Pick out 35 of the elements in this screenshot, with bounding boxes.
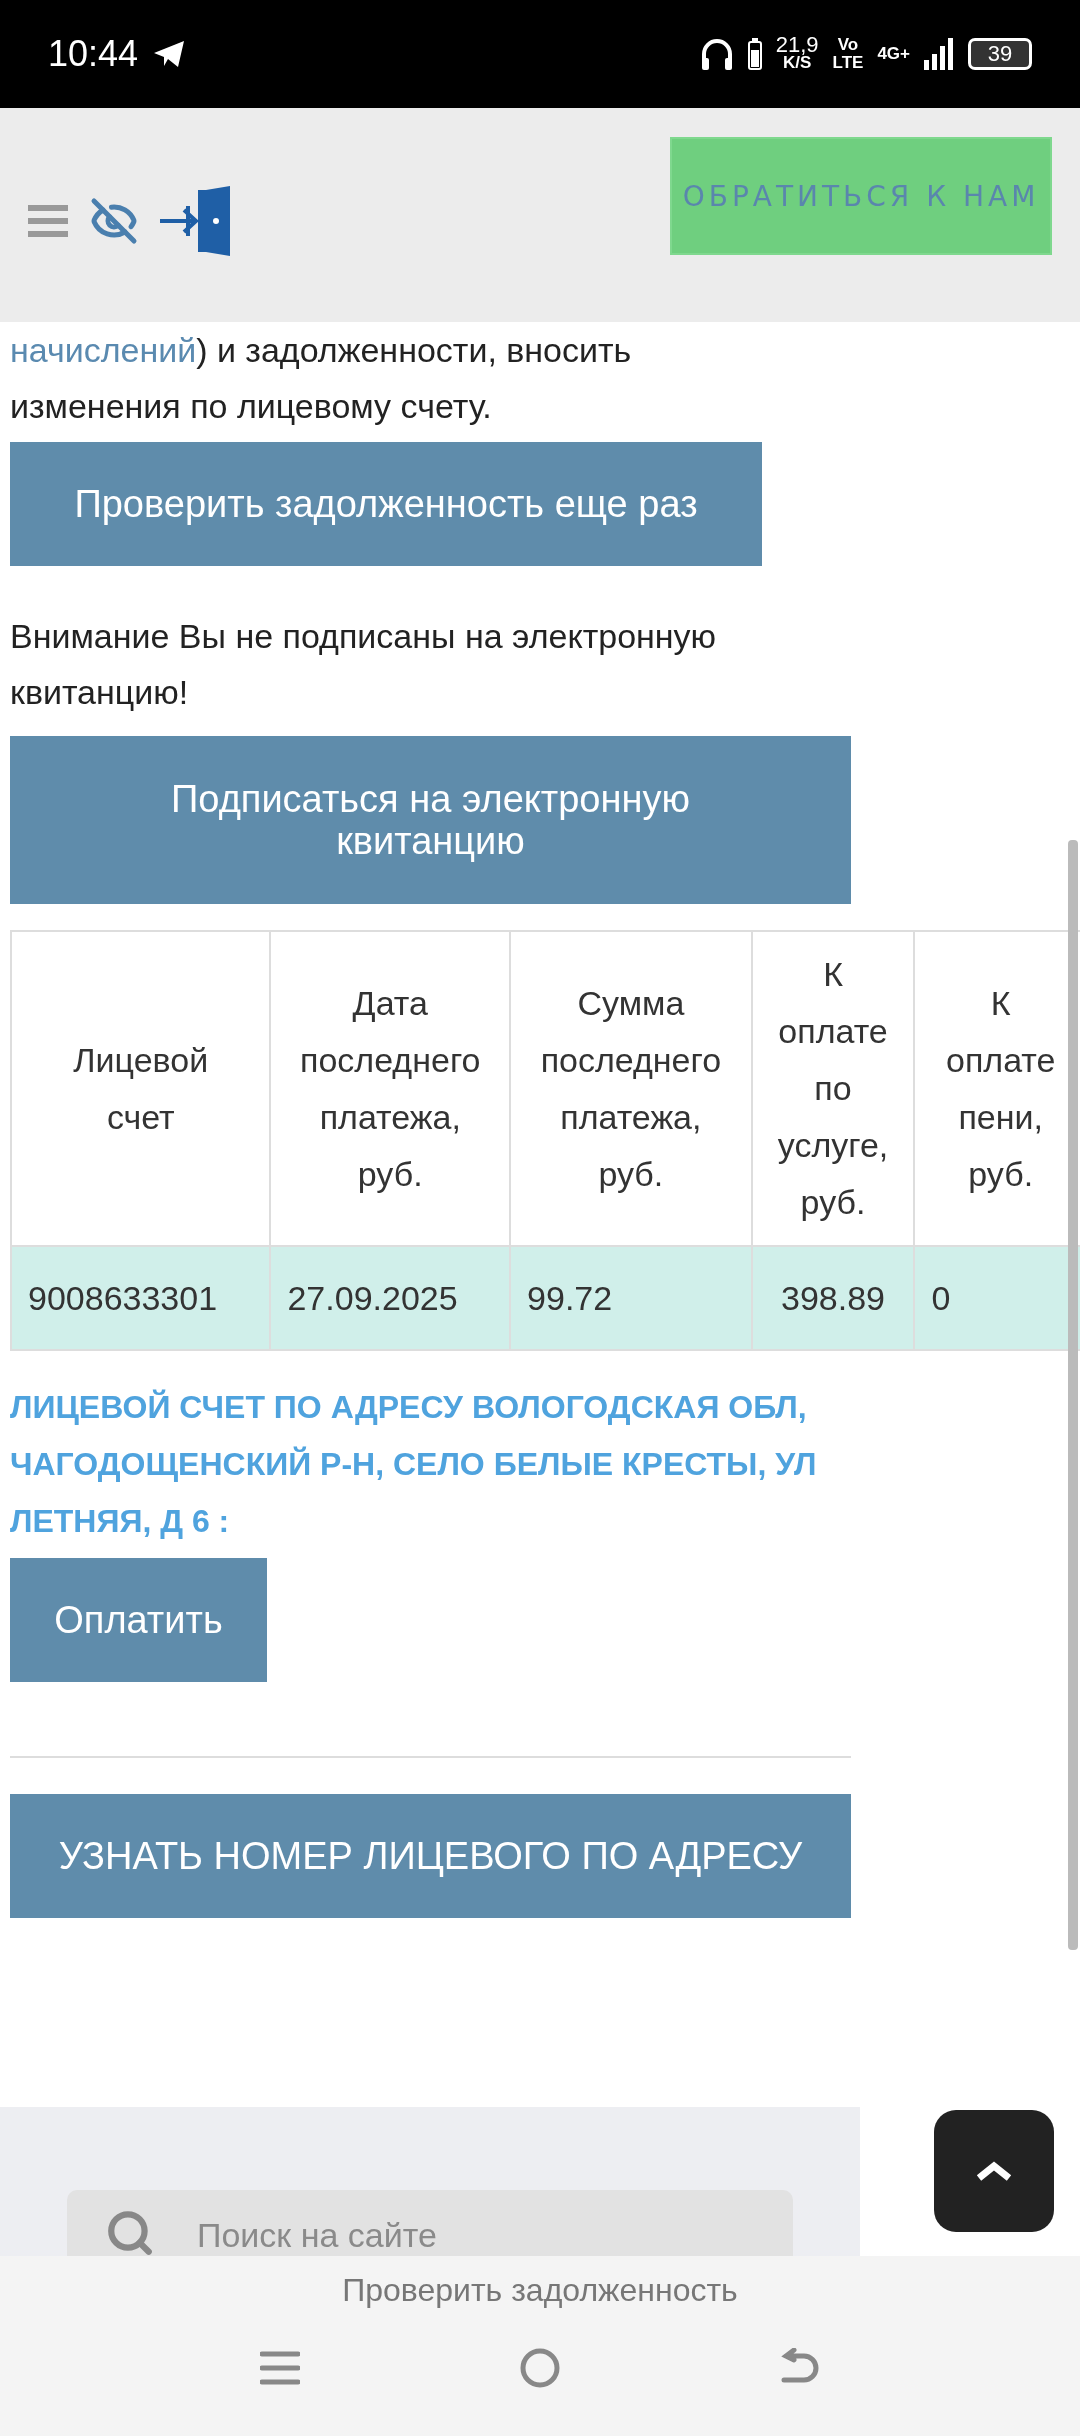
eye-slash-icon[interactable] (90, 197, 138, 245)
table-cell: 0 (914, 1246, 1080, 1350)
page-title: Проверить задолженность (342, 2272, 738, 2309)
signal-icon (924, 38, 954, 70)
scrollbar[interactable] (1068, 840, 1078, 1950)
chevron-up-icon (976, 2161, 1012, 2181)
battery-level: 39 (968, 38, 1032, 70)
search-icon (105, 2208, 155, 2256)
pay-button[interactable]: Оплатить (10, 1558, 267, 1682)
headphones-icon (699, 36, 734, 72)
table-cell: 398.89 (751, 1246, 915, 1350)
menu-icon[interactable] (28, 205, 68, 237)
home-circle-icon[interactable] (519, 2347, 561, 2389)
enter-door-icon[interactable] (160, 186, 232, 256)
table-cell: 27.09.2025 (270, 1246, 511, 1350)
clock: 10:44 (48, 33, 139, 75)
intro-text: изменения по лицевому счету. (10, 386, 493, 427)
search-field[interactable]: Поиск на сайте (67, 2190, 793, 2256)
find-account-button[interactable]: УЗНАТЬ НОМЕР ЛИЦЕВОГО ПО АДРЕСУ (10, 1794, 851, 1918)
volte-label: Vo (837, 36, 859, 54)
lte-label: LTE (832, 54, 864, 72)
subscribe-button[interactable]: Подписаться на электронную квитанцию (10, 736, 851, 904)
address-heading: ЛИЦЕВОЙ СЧЕТ ПО АДРЕСУ ВОЛОГОДСКАЯ ОБЛ, ЧАГОДОЩЕНСКИЙ Р-Н, СЕЛО БЕЛЫЕ КРЕСТЫ, УЛ ЛЕТНЯЯ, Д 6 : (10, 1388, 818, 1541)
paper-plane-icon (152, 39, 187, 69)
table-cell: 9008633301 (11, 1246, 271, 1350)
contact-us-button[interactable]: ОБРАТИТЬСЯ К НАМ (670, 137, 1052, 255)
table-cell: 99.72 (510, 1246, 752, 1350)
charges-link[interactable]: начислений (10, 331, 197, 369)
recheck-debt-button[interactable]: Проверить задолженность еще раз (10, 442, 762, 566)
battery-icon (747, 38, 762, 70)
column-header: Лицевой счет (11, 931, 271, 1246)
warning-text: Внимание Вы не подписаны на электронную квитанцию! (10, 616, 718, 713)
network-type: 4G+ (877, 45, 910, 63)
intro-text: начислений) и задолженности, вносить (10, 330, 633, 371)
scroll-up-button[interactable] (934, 2110, 1054, 2232)
